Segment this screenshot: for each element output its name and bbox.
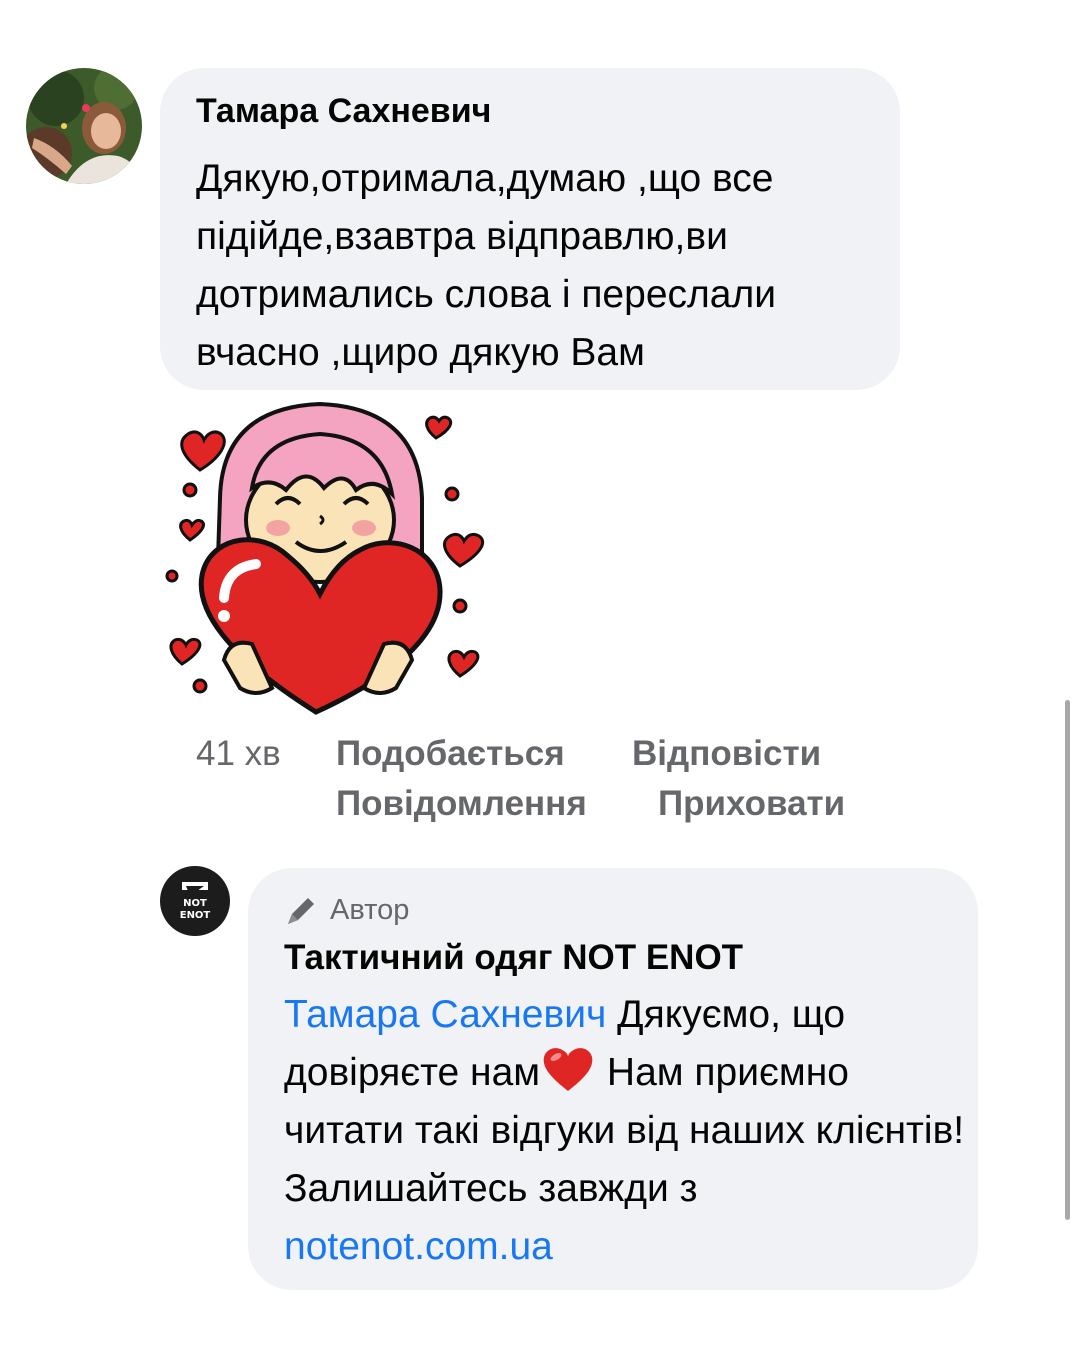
mention-link[interactable]: Тамара Сахневич — [284, 993, 606, 1036]
girl-holding-heart-sticker — [160, 398, 490, 720]
scrollbar[interactable] — [1065, 700, 1070, 1220]
reply-button[interactable]: Відповісти — [632, 734, 821, 774]
website-link[interactable]: notenot.com.ua — [284, 1225, 553, 1268]
red-heart-emoji — [543, 1048, 593, 1091]
comment-text: Дякую,отримала,думаю ,що все підійде,вза… — [196, 157, 776, 374]
svg-text:NOT: NOT — [183, 898, 207, 909]
avatar-photo — [26, 68, 142, 184]
reply-bubble[interactable]: Автор Тактичний одяг NOT ENOT Тамара Сах… — [248, 868, 978, 1290]
author-badge: Автор — [284, 892, 409, 928]
comment-author-name[interactable]: Тамара Сахневич — [196, 92, 491, 131]
author-badge-label: Автор — [330, 893, 410, 926]
reply-text: Тамара Сахневич Дякуємо, що довіряєте на… — [284, 986, 974, 1276]
page-name[interactable]: Тактичний одяг NOT ENOT — [284, 938, 743, 978]
like-button[interactable]: Подобається — [336, 734, 565, 774]
not-enot-logo: NOT ENOT — [180, 882, 211, 921]
hide-button[interactable]: Приховати — [658, 784, 845, 824]
message-button[interactable]: Повідомлення — [336, 784, 587, 824]
comment-timestamp[interactable]: 41 хв — [196, 734, 281, 774]
comment-bubble[interactable]: Тамара Сахневич Дякую,отримала,думаю ,що… — [160, 68, 900, 390]
svg-text:ENOT: ENOT — [180, 910, 211, 921]
page-avatar[interactable]: NOT ENOT — [160, 866, 230, 936]
commenter-avatar[interactable] — [26, 68, 142, 184]
pen-icon — [288, 898, 314, 924]
